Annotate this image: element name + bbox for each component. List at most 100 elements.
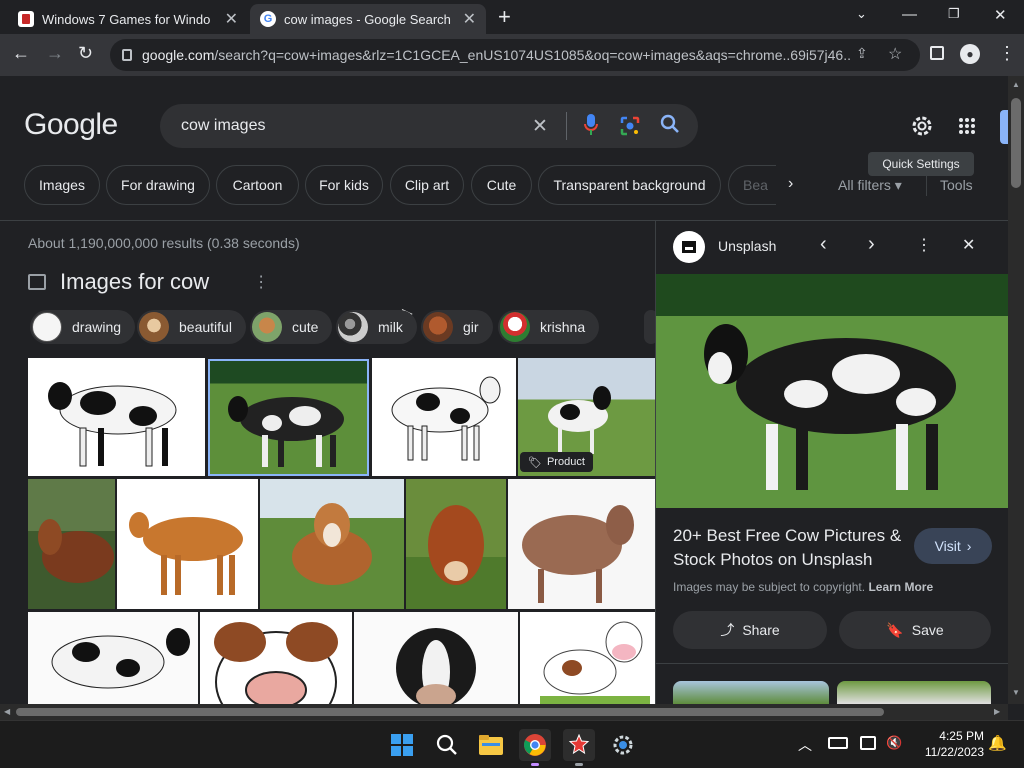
image-result-9[interactable] — [508, 479, 655, 609]
related-chip-drawing[interactable]: drawing — [30, 310, 136, 344]
search-box[interactable]: cow images ✕ — [160, 104, 698, 148]
filter-chip-cartoon[interactable]: Cartoon — [216, 165, 299, 205]
close-tab-icon[interactable]: ✕ — [463, 9, 476, 29]
scroll-right-icon[interactable]: ▶ — [994, 707, 1000, 716]
settings-gear-icon[interactable] — [910, 114, 934, 143]
panel-source[interactable]: Unsplash — [718, 238, 776, 254]
save-button[interactable]: 🔖 Save — [839, 611, 991, 649]
visit-button[interactable]: Visit › — [914, 528, 992, 564]
tab-label: cow images - Google Search — [284, 11, 451, 27]
file-explorer-icon[interactable] — [475, 729, 507, 761]
vertical-scrollbar[interactable]: ▲ ▼ — [1008, 76, 1024, 704]
related-chip-krishna[interactable]: krishna — [498, 310, 600, 344]
filter-chip-for-drawing[interactable]: For drawing — [106, 165, 210, 205]
restore-icon[interactable]: ❐ — [948, 6, 960, 22]
volume-muted-icon[interactable]: 🔇 — [886, 735, 902, 751]
next-image-icon[interactable]: › — [868, 233, 875, 256]
network-icon[interactable] — [828, 737, 848, 749]
filter-chip-images[interactable]: Images — [24, 165, 100, 205]
related-chip-gir[interactable]: gir — [421, 310, 493, 344]
windows-start-icon[interactable] — [386, 729, 418, 761]
related-image-2[interactable] — [837, 681, 991, 704]
notification-bell-icon[interactable]: 🔔 — [988, 734, 1007, 752]
chrome-taskbar-icon[interactable] — [519, 729, 551, 766]
section-more-icon[interactable]: ⋮ — [253, 272, 269, 292]
profile-icon[interactable]: ● — [960, 44, 980, 64]
all-filters-button[interactable]: All filters ▾ — [838, 177, 902, 194]
clock[interactable]: 4:25 PM 11/22/2023 — [910, 728, 984, 760]
tab-windows-games[interactable]: Windows 7 Games for Windows ✕ — [8, 4, 248, 34]
vertical-scroll-thumb[interactable] — [1011, 98, 1021, 188]
quick-settings-tooltip: Quick Settings — [868, 152, 974, 176]
search-query[interactable]: cow images — [181, 117, 265, 135]
image-result-13[interactable] — [520, 612, 655, 704]
address-bar[interactable]: google.com/search?q=cow+images&rlz=1C1GC… — [110, 39, 920, 71]
horizontal-scroll-thumb[interactable] — [16, 708, 884, 716]
image-result-7[interactable] — [260, 479, 404, 609]
related-chip-cute[interactable]: cute — [250, 310, 333, 344]
menu-kebab-icon[interactable]: ⋮ — [998, 43, 1016, 64]
lens-search-icon[interactable] — [620, 116, 640, 141]
preview-image[interactable] — [656, 274, 1008, 508]
image-result-12[interactable] — [354, 612, 518, 704]
cute-thumb — [252, 312, 282, 342]
related-chip-beautiful[interactable]: beautiful — [137, 310, 246, 344]
search-icon[interactable] — [431, 729, 463, 761]
image-result-5[interactable] — [28, 479, 115, 609]
filter-chip-clip-art[interactable]: Clip art — [390, 165, 464, 205]
minimize-icon[interactable]: — — [902, 6, 917, 23]
tab-search-icon[interactable]: ⌄ — [856, 6, 867, 22]
settings-taskbar-icon[interactable] — [607, 729, 639, 761]
new-tab-icon[interactable]: + — [498, 4, 511, 30]
games-taskbar-icon[interactable] — [563, 729, 595, 766]
forward-icon[interactable]: → — [46, 43, 64, 64]
filter-chip-transparent-background[interactable]: Transparent background — [538, 165, 721, 205]
related-label: drawing — [72, 319, 122, 335]
reload-icon[interactable]: ↻ — [78, 43, 93, 64]
account-edge[interactable] — [1000, 110, 1008, 144]
copyright-notice: Images may be subject to copyright. Lear… — [673, 580, 934, 594]
related-image-1[interactable] — [673, 681, 829, 704]
close-tab-icon[interactable]: ✕ — [225, 9, 238, 29]
scroll-left-icon[interactable]: ◀ — [4, 707, 10, 716]
tray-chevron-up-icon[interactable]: ︿ — [798, 735, 812, 755]
close-panel-icon[interactable]: ✕ — [962, 235, 975, 255]
side-panel-icon[interactable] — [930, 46, 944, 60]
bookmark-star-icon[interactable]: ☆ — [888, 44, 902, 64]
panel-more-icon[interactable]: ⋮ — [916, 235, 932, 255]
image-result-8[interactable] — [406, 479, 506, 609]
scroll-down-icon[interactable]: ▼ — [1012, 688, 1020, 697]
chevron-right-icon[interactable]: › — [788, 175, 793, 193]
scroll-up-icon[interactable]: ▲ — [1012, 80, 1020, 89]
image-result-6[interactable] — [117, 479, 258, 609]
share-page-icon[interactable]: ⇪ — [856, 45, 868, 62]
image-result-10[interactable] — [28, 612, 198, 704]
close-window-icon[interactable]: ✕ — [994, 6, 1007, 24]
related-chip-milk[interactable]: milk — [336, 310, 417, 344]
share-icon: ⤴ — [720, 622, 735, 638]
image-result-2-selected[interactable] — [208, 359, 369, 476]
url-text[interactable]: google.com/search?q=cow+images&rlz=1C1GC… — [142, 47, 852, 63]
display-icon[interactable] — [860, 736, 876, 750]
previous-image-icon[interactable]: ‹ — [820, 233, 827, 256]
image-result-4[interactable]: 🏷 Product — [518, 358, 655, 476]
image-result-1[interactable] — [28, 358, 205, 476]
time: 4:25 PM — [939, 729, 984, 743]
image-result-3[interactable] — [372, 358, 516, 476]
share-button[interactable]: ⤴ Share — [673, 611, 827, 649]
tools-button[interactable]: Tools — [940, 177, 973, 193]
filter-chip-cute[interactable]: Cute — [471, 165, 532, 205]
horizontal-scrollbar[interactable]: ◀ ▶ — [0, 704, 1008, 720]
filter-chip-beautiful[interactable]: Bea — [728, 165, 776, 205]
voice-search-icon[interactable] — [584, 114, 598, 141]
google-logo[interactable]: Google — [24, 108, 118, 142]
tab-google-search[interactable]: G cow images - Google Search ✕ — [250, 4, 486, 34]
learn-more-link[interactable]: Learn More — [868, 580, 933, 594]
panel-title[interactable]: 20+ Best Free Cow Pictures & Stock Photo… — [673, 524, 903, 572]
back-icon[interactable]: ← — [12, 43, 30, 64]
apps-grid-icon[interactable] — [958, 117, 976, 140]
clear-search-icon[interactable]: ✕ — [532, 115, 548, 138]
search-submit-icon[interactable] — [660, 114, 680, 139]
image-result-11[interactable] — [200, 612, 352, 704]
filter-chip-for-kids[interactable]: For kids — [305, 165, 383, 205]
